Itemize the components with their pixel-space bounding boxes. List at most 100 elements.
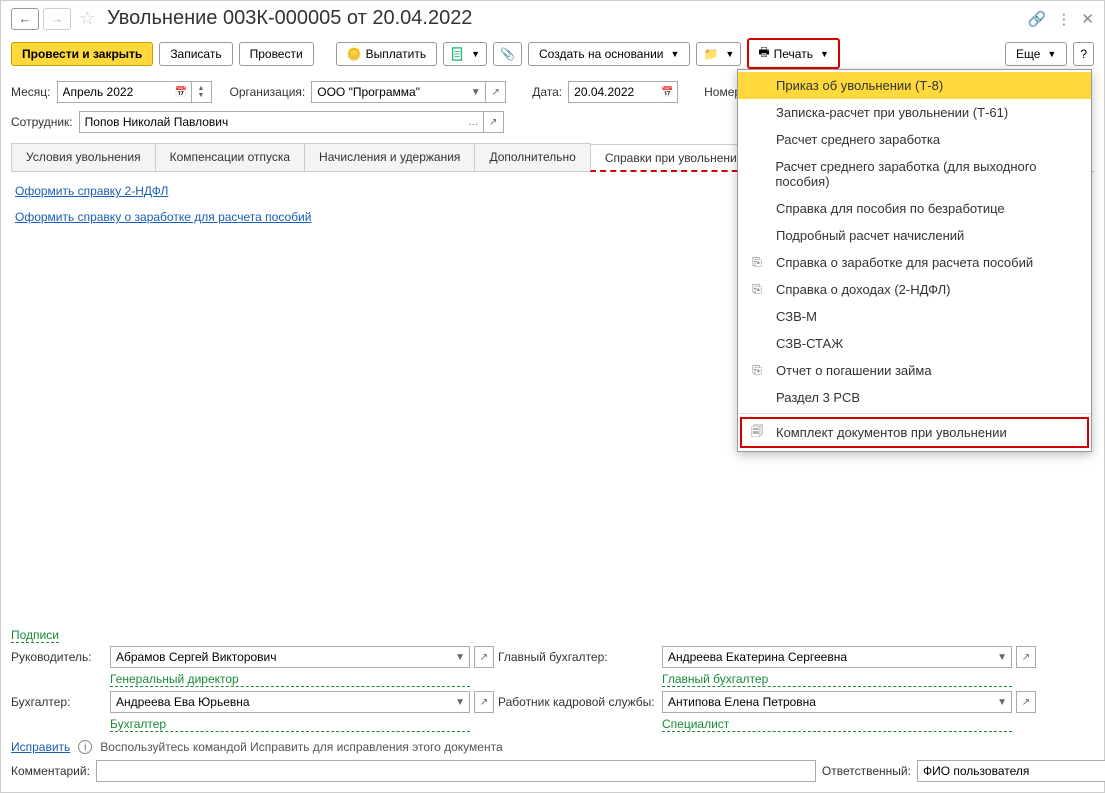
chief-acc-input[interactable] [662,646,993,668]
folder-button[interactable]: 📁▼ [696,42,741,66]
more-button[interactable]: Еще▼ [1005,42,1067,66]
fix-row: Исправить i Воспользуйтесь командой Испр… [11,740,1094,754]
menu-item-2ndfl[interactable]: ⎘Справка о доходах (2-НДФЛ) [738,276,1091,303]
open-ref-icon[interactable]: ↗ [484,111,504,133]
org-label: Организация: [230,85,306,99]
paperclip-icon: 📎 [500,47,515,61]
menu-separator [738,413,1091,414]
acc-input[interactable] [110,691,451,713]
date-label: Дата: [532,85,562,99]
menu-item-loan[interactable]: ⎘Отчет о погашении займа [738,357,1091,384]
chevron-down-icon: ▼ [820,49,829,59]
calendar-icon[interactable]: 📅 [658,81,678,103]
close-icon[interactable]: ✕ [1081,10,1094,28]
tab-compensations[interactable]: Компенсации отпуска [155,143,305,171]
nav-forward-button[interactable]: → [43,8,71,30]
print-button[interactable]: 🖶 Печать ▼ [747,38,840,69]
menu-item-avg-severance[interactable]: Расчет среднего заработка (для выходного… [738,153,1091,195]
print-dropdown-menu: Приказ об увольнении (Т-8) Записка-расче… [737,69,1092,452]
link-earnings-cert[interactable]: Оформить справку о заработке для расчета… [15,210,311,224]
month-label: Месяц: [11,85,51,99]
folder-icon: 📁 [703,47,718,61]
titlebar: ← → ☆ Увольнение 003К-000005 от 20.04.20… [1,1,1104,34]
date-input[interactable] [568,81,658,103]
menu-item-unemployment[interactable]: Справка для пособия по безработице [738,195,1091,222]
menu-item-doc-kit[interactable]: 🗐 Комплект документов при увольнении [738,416,1091,449]
chevron-down-icon: ▼ [1047,49,1056,59]
hr-position-link[interactable]: Специалист [662,717,1012,732]
export-doc-icon: ⎘ [750,282,764,297]
coin-icon: 🪙 [347,47,362,61]
tab-certificates[interactable]: Справки при увольнении [590,144,759,172]
dropdown-icon[interactable]: ▼ [451,646,470,668]
acc-label: Бухгалтер: [11,695,106,709]
dropdown-icon[interactable]: ▼ [993,646,1012,668]
open-ref-icon[interactable]: ↗ [486,81,506,103]
org-input[interactable] [311,81,466,103]
tab-additional[interactable]: Дополнительно [474,143,590,171]
chevron-down-icon: ▼ [471,49,480,59]
post-and-close-button[interactable]: Провести и закрыть [11,42,153,66]
post-button[interactable]: Провести [239,42,314,66]
employee-input[interactable] [79,111,464,133]
link-icon[interactable]: 🔗 [1028,10,1047,28]
save-button[interactable]: Записать [159,42,232,66]
menu-item-rsv3[interactable]: Раздел 3 РСВ [738,384,1091,411]
ellipsis-icon[interactable]: … [464,111,484,133]
nav-back-button[interactable]: ← [11,8,39,30]
chevron-down-icon: ▼ [671,49,680,59]
tab-accruals[interactable]: Начисления и удержания [304,143,475,171]
fix-link[interactable]: Исправить [11,740,70,754]
multi-doc-icon: 🗐 [750,422,764,443]
month-input[interactable] [57,81,172,103]
menu-item-szvstazh[interactable]: СЗВ-СТАЖ [738,330,1091,357]
month-spinner[interactable]: ▲▼ [192,81,212,103]
calendar-icon[interactable]: 📅 [172,81,192,103]
signatures-heading[interactable]: Подписи [11,628,59,643]
open-ref-icon[interactable]: ↗ [1016,691,1036,713]
export-doc-icon: ⎘ [750,255,764,270]
responsible-label: Ответственный: [822,764,911,778]
responsible-input[interactable] [917,760,1105,782]
menu-item-szvm[interactable]: СЗВ-М [738,303,1091,330]
create-based-button[interactable]: Создать на основании▼ [528,42,690,66]
comment-row: Комментарий: Ответственный: ▼ ↗ [11,760,1094,782]
info-icon: i [78,740,92,754]
tab-conditions[interactable]: Условия увольнения [11,143,156,171]
help-button[interactable]: ? [1073,42,1094,66]
printer-icon: 🖶 [758,43,769,64]
head-input[interactable] [110,646,451,668]
open-ref-icon[interactable]: ↗ [1016,646,1036,668]
fix-hint: Воспользуйтесь командой Исправить для ис… [100,740,502,754]
open-ref-icon[interactable]: ↗ [474,691,494,713]
hr-input[interactable] [662,691,993,713]
signatures-grid: Руководитель: ▼ ↗ Главный бухгалтер: ▼ ↗… [11,646,1094,732]
employee-label: Сотрудник: [11,115,73,129]
menu-item-detailed[interactable]: Подробный расчет начислений [738,222,1091,249]
comment-label: Комментарий: [11,764,90,778]
document-icon [450,47,464,61]
report-button[interactable]: ▼ [443,42,487,66]
pay-button[interactable]: 🪙 Выплатить [336,42,437,66]
menu-item-t8[interactable]: Приказ об увольнении (Т-8) [738,72,1091,99]
dropdown-icon[interactable]: ▼ [451,691,470,713]
attach-button[interactable]: 📎 [493,42,522,66]
acc-position-link[interactable]: Бухгалтер [110,717,470,732]
menu-item-earnings-cert[interactable]: ⎘Справка о заработке для расчета пособий [738,249,1091,276]
chief-acc-position-link[interactable]: Главный бухгалтер [662,672,1012,687]
chief-acc-label: Главный бухгалтер: [498,650,658,664]
menu-item-avg[interactable]: Расчет среднего заработка [738,126,1091,153]
footer: Подписи Руководитель: ▼ ↗ Главный бухгал… [1,622,1104,792]
head-label: Руководитель: [11,650,106,664]
comment-input[interactable] [96,760,816,782]
favorite-icon[interactable]: ☆ [75,8,99,29]
head-position-link[interactable]: Генеральный директор [110,672,470,687]
kebab-menu-icon[interactable]: ⋮ [1056,10,1071,28]
dropdown-icon[interactable]: ▼ [466,81,486,103]
open-ref-icon[interactable]: ↗ [474,646,494,668]
hr-label: Работник кадровой службы: [498,695,658,709]
link-2ndfl[interactable]: Оформить справку 2-НДФЛ [15,184,168,198]
export-doc-icon: ⎘ [750,363,764,378]
menu-item-t61[interactable]: Записка-расчет при увольнении (Т-61) [738,99,1091,126]
dropdown-icon[interactable]: ▼ [993,691,1012,713]
